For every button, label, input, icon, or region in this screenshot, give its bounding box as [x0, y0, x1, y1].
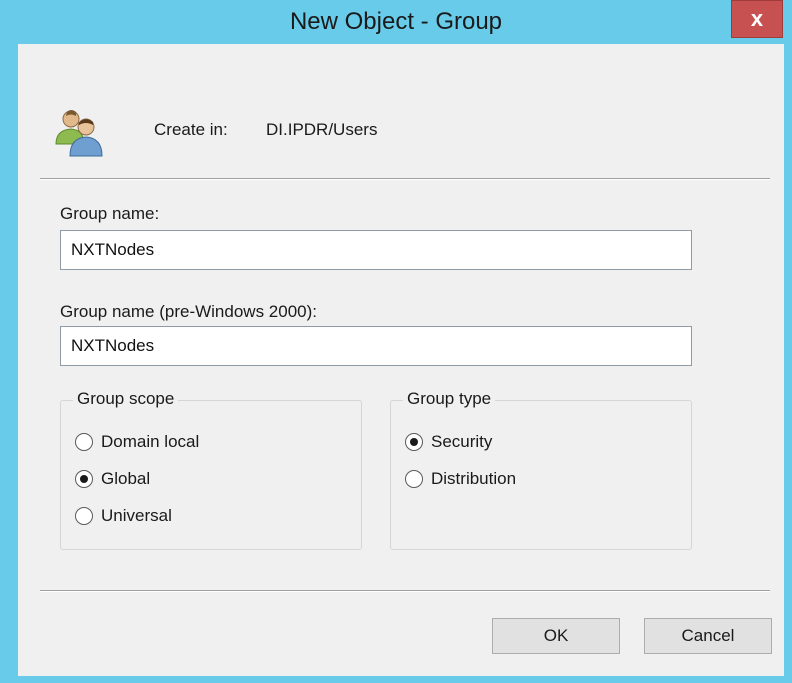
- radio-button[interactable]: [405, 470, 423, 488]
- group-users-icon: [55, 110, 103, 157]
- group-name-label: Group name:: [60, 204, 160, 223]
- radio-label: Distribution: [431, 469, 517, 488]
- ok-button[interactable]: OK: [492, 618, 620, 654]
- title-bar[interactable]: New Object - Group x: [0, 0, 792, 44]
- dialog-title: New Object - Group: [289, 8, 503, 35]
- header-divider: [40, 178, 770, 180]
- create-in-label: Create in:: [154, 120, 228, 139]
- close-button[interactable]: x: [731, 0, 783, 38]
- group-type-title: Group type: [403, 389, 496, 409]
- radio-button[interactable]: [75, 433, 93, 451]
- group-type-box: Group type Security Distribution: [390, 389, 692, 550]
- radio-label: Universal: [101, 506, 172, 525]
- radio-label: Domain local: [101, 432, 200, 451]
- group-scope-title: Group scope: [73, 389, 179, 409]
- create-in-path: DI.IPDR/Users: [266, 120, 378, 139]
- radio-button[interactable]: [75, 507, 93, 525]
- radio-button[interactable]: [405, 433, 423, 451]
- cancel-button[interactable]: Cancel: [644, 618, 772, 654]
- footer-divider: [40, 590, 770, 592]
- dialog-client-area: Create in: DI.IPDR/Users Group name: Gro…: [18, 44, 784, 676]
- pre-windows-2000-label: Group name (pre-Windows 2000):: [60, 302, 318, 321]
- group-name-input[interactable]: [60, 230, 692, 270]
- radio-label: Security: [431, 432, 493, 451]
- pre-windows-2000-input[interactable]: [60, 326, 692, 366]
- new-object-group-dialog: New Object - Group x Create in: DI.IPDR/…: [0, 0, 792, 683]
- radio-button[interactable]: [75, 470, 93, 488]
- radio-label: Global: [101, 469, 151, 488]
- group-scope-box: Group scope Domain local Global Universa…: [60, 389, 362, 550]
